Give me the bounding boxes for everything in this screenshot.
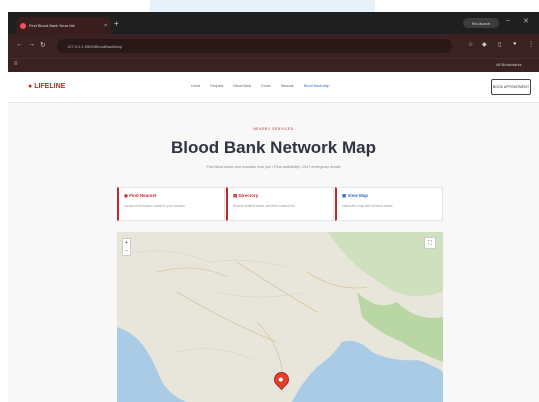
- minimize-icon[interactable]: –: [506, 17, 510, 24]
- card-title-text: Directory: [238, 193, 259, 198]
- nav-request[interactable]: Request: [210, 84, 223, 88]
- bookmarks-bar: ≡ All Bookmarks: [8, 58, 539, 73]
- site-header: ● LIFELINE Home Request Blood Bank Donor…: [8, 72, 539, 103]
- browser-window: Find Blood Bank Near Me × + Re-launch – …: [8, 12, 539, 402]
- page-top-strip: [0, 0, 539, 12]
- site-logo[interactable]: ● LIFELINE: [28, 83, 65, 90]
- card-title-text: View Map: [347, 193, 368, 198]
- close-tab-icon[interactable]: ×: [104, 23, 107, 29]
- card-description: Browse verified banks and their contact …: [233, 204, 295, 208]
- card-description: Locate blood banks closest to your locat…: [124, 204, 185, 208]
- card-title: ◉ Find Nearest: [124, 193, 157, 198]
- reload-icon[interactable]: ↻: [40, 41, 46, 49]
- nav-home[interactable]: Home: [191, 84, 200, 88]
- logo-text: LIFELINE: [34, 83, 66, 90]
- zoom-out-button[interactable]: −: [123, 247, 130, 255]
- forward-icon[interactable]: →: [28, 41, 35, 48]
- section-eyebrow: NEARBY SERVICES: [253, 127, 294, 131]
- web-page: ● LIFELINE Home Request Blood Bank Donor…: [8, 72, 539, 402]
- card-view-map[interactable]: ▣ View Map Interactive map with all bloo…: [335, 187, 443, 221]
- zoom-control[interactable]: + −: [122, 238, 131, 256]
- zoom-in-button[interactable]: +: [123, 239, 130, 247]
- nav-network[interactable]: Network: [281, 84, 294, 88]
- extensions-icon[interactable]: ◆: [482, 41, 487, 48]
- favicon-icon: [20, 22, 26, 29]
- apps-icon[interactable]: ≡: [14, 61, 18, 67]
- card-title-text: Find Nearest: [129, 193, 157, 198]
- tab-title: Find Blood Bank Near Me: [29, 23, 75, 28]
- back-icon[interactable]: ←: [16, 41, 23, 48]
- account-icon[interactable]: ●: [513, 41, 517, 47]
- close-window-icon[interactable]: ✕: [523, 17, 529, 25]
- card-title: ▤ Directory: [233, 193, 259, 198]
- blood-bank-map[interactable]: + − ⛶: [117, 232, 443, 402]
- all-bookmarks[interactable]: All Bookmarks: [496, 62, 522, 67]
- card-directory[interactable]: ▤ Directory Browse verified banks and th…: [226, 187, 334, 221]
- highlight-strip: [150, 0, 375, 12]
- site-nav: Home Request Blood Bank Donor Network Bl…: [191, 84, 329, 88]
- bookmark-star-icon[interactable]: ☆: [468, 41, 473, 48]
- nav-donor[interactable]: Donor: [261, 84, 271, 88]
- page-subtitle: Find blood banks and hospitals near you …: [206, 165, 341, 169]
- card-title: ▣ View Map: [342, 193, 368, 198]
- profile-button[interactable]: Re-launch: [463, 18, 499, 28]
- new-tab-button[interactable]: +: [114, 19, 119, 28]
- browser-tab[interactable]: Find Blood Bank Near Me ×: [16, 17, 111, 34]
- nav-blood-bank-map[interactable]: Blood Bank Map: [304, 84, 330, 88]
- page-title: Blood Bank Network Map: [171, 138, 376, 157]
- downloads-icon[interactable]: ▯: [498, 41, 501, 48]
- fullscreen-button[interactable]: ⛶: [424, 237, 436, 249]
- address-bar-row: ← → ↻ 127.0.0.1:5500/BloodBankMap ☆ ◆ ▯ …: [8, 34, 539, 58]
- url-input[interactable]: 127.0.0.1:5500/BloodBankMap: [57, 39, 452, 53]
- menu-icon[interactable]: ⋮: [528, 41, 534, 48]
- book-appointment-button[interactable]: BOOK APPOINTMENT: [491, 79, 531, 95]
- nav-blood-bank[interactable]: Blood Bank: [233, 84, 251, 88]
- card-description: Interactive map with all blood banks: [342, 204, 393, 208]
- card-find-nearest[interactable]: ◉ Find Nearest Locate blood banks closes…: [117, 187, 225, 221]
- tab-bar: Find Blood Bank Near Me × + Re-launch – …: [8, 12, 539, 34]
